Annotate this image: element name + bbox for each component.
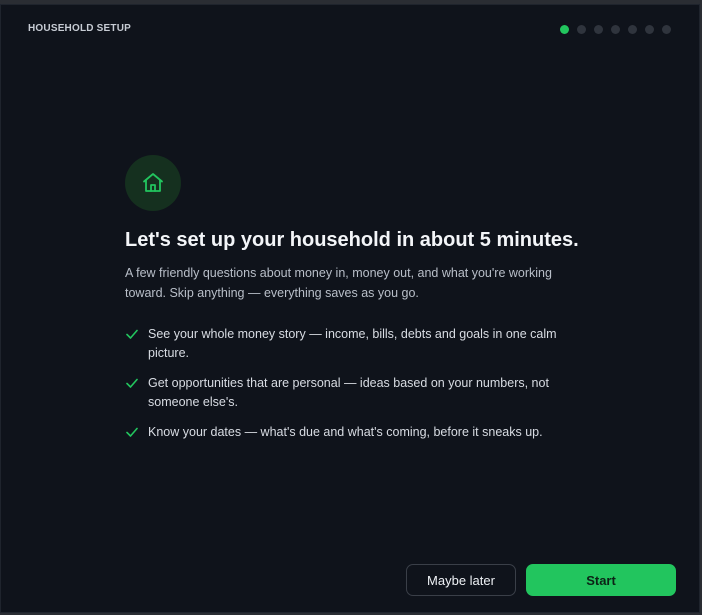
house-icon-badge	[125, 155, 181, 211]
progress-dot-6	[645, 25, 654, 34]
list-item: Get opportunities that are personal — id…	[125, 374, 595, 412]
check-icon	[126, 427, 138, 437]
benefit-text: See your whole money story — income, bil…	[148, 327, 557, 360]
house-icon	[143, 173, 163, 192]
list-item: See your whole money story — income, bil…	[125, 325, 595, 363]
progress-dot-4	[611, 25, 620, 34]
check-icon	[126, 329, 138, 339]
page-title: Let's set up your household in about 5 m…	[125, 229, 579, 251]
benefit-text: Get opportunities that are personal — id…	[148, 376, 549, 409]
progress-dots	[560, 25, 671, 34]
progress-dot-1	[560, 25, 569, 34]
intro-content: Let's set up your household in about 5 m…	[125, 155, 595, 458]
start-button[interactable]: Start	[526, 564, 676, 596]
list-item: Know your dates — what's due and what's …	[125, 423, 595, 442]
progress-dot-5	[628, 25, 637, 34]
benefit-text: Know your dates — what's due and what's …	[148, 425, 543, 439]
benefits-list: See your whole money story — income, bil…	[125, 325, 595, 442]
page-subtitle: A few friendly questions about money in,…	[125, 266, 552, 300]
progress-dot-2	[577, 25, 586, 34]
setup-window: HOUSEHOLD SETUP Let's set up your househ…	[0, 4, 700, 613]
check-icon	[126, 378, 138, 388]
maybe-later-button[interactable]: Maybe later	[406, 564, 516, 596]
progress-dot-3	[594, 25, 603, 34]
header-title: HOUSEHOLD SETUP	[28, 23, 132, 34]
progress-dot-7	[662, 25, 671, 34]
